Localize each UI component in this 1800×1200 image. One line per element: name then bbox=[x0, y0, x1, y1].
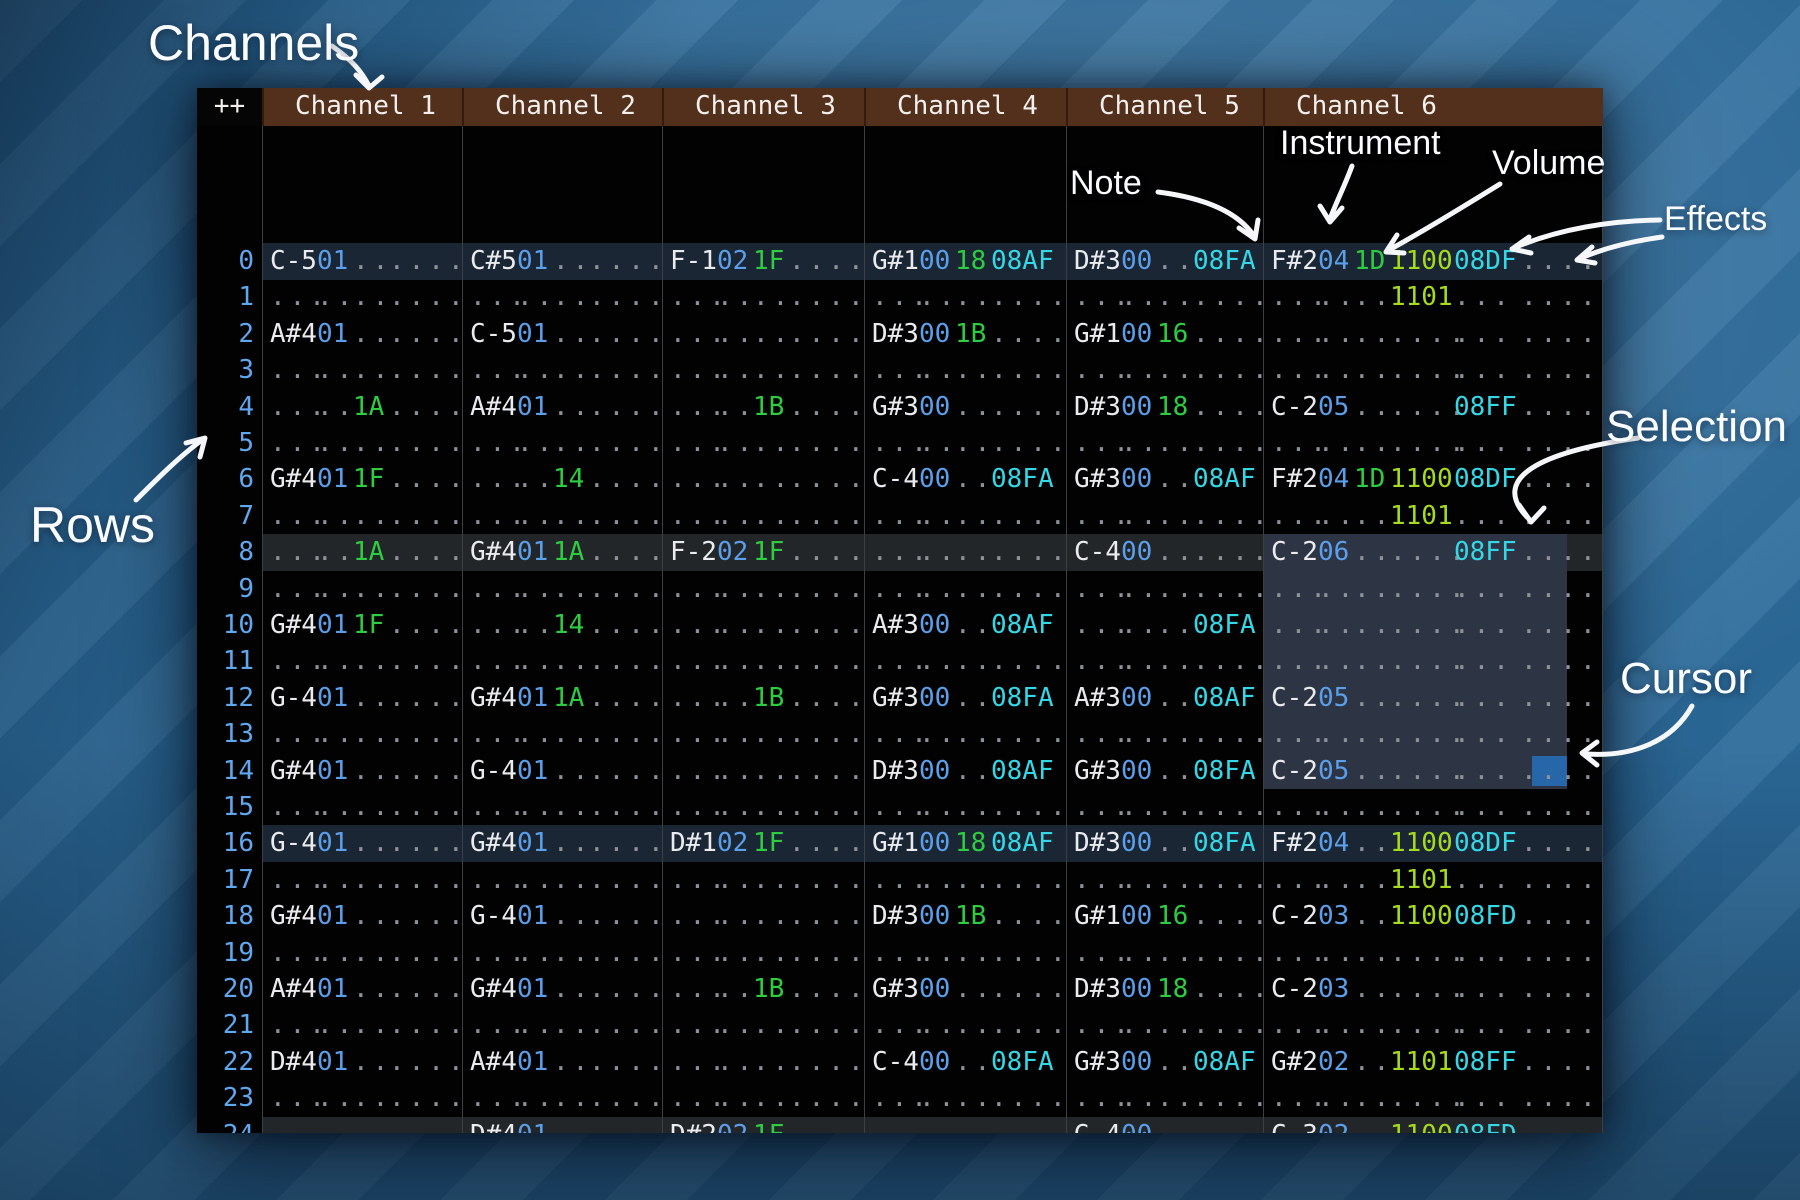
cursor-label: Cursor bbox=[1620, 654, 1752, 704]
rows-label: Rows bbox=[30, 496, 155, 554]
volume-label: Volume bbox=[1492, 144, 1605, 183]
instrument-arrow bbox=[1320, 166, 1352, 222]
instrument-label: Instrument bbox=[1280, 124, 1441, 163]
rows-arrow bbox=[136, 438, 205, 500]
effects-arrow-1 bbox=[1512, 220, 1660, 253]
effects-arrow-2 bbox=[1577, 237, 1662, 263]
cursor-arrow bbox=[1582, 706, 1692, 765]
volume-arrow bbox=[1386, 184, 1500, 253]
desktop-background: Channels Rows Note Instrument Volume Eff… bbox=[0, 0, 1800, 1200]
note-arrow bbox=[1158, 192, 1258, 239]
channels-label: Channels bbox=[148, 14, 359, 72]
note-label: Note bbox=[1070, 164, 1142, 203]
selection-label: Selection bbox=[1606, 402, 1787, 452]
effects-label: Effects bbox=[1664, 200, 1767, 239]
